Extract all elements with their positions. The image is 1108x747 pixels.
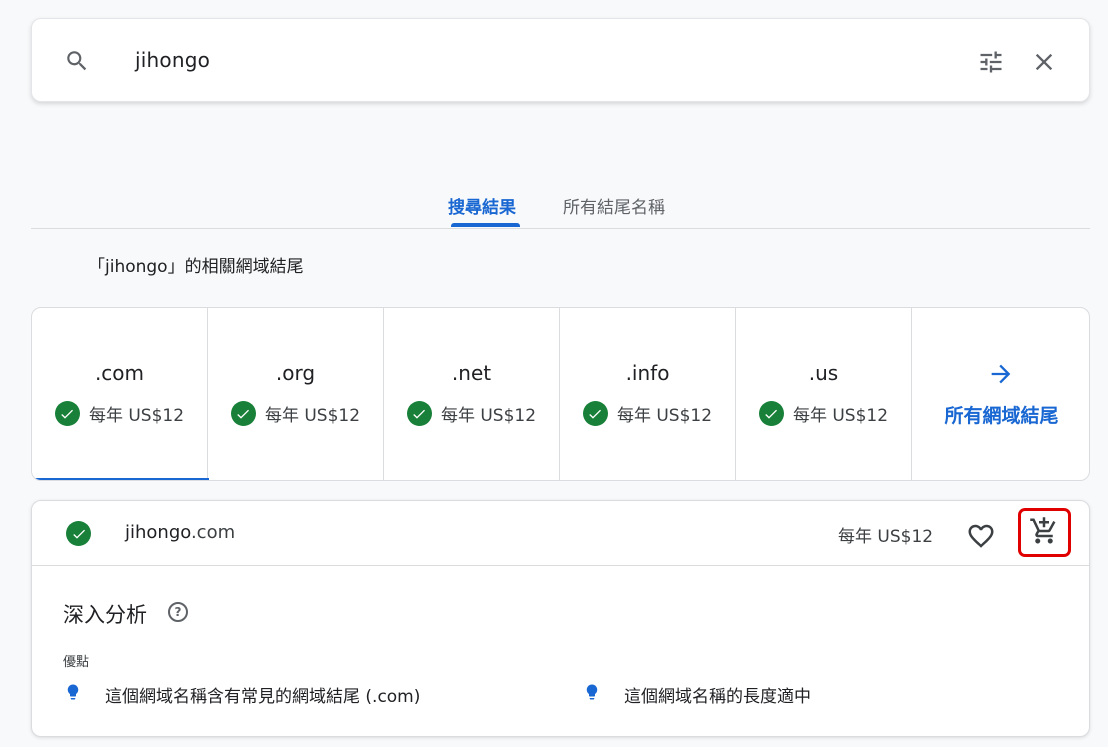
search-bar: jihongo: [31, 18, 1090, 102]
tld-price: 每年 US$12: [792, 406, 889, 426]
domain-sld: jihongo: [125, 522, 191, 543]
insights-title: 深入分析: [63, 603, 147, 627]
close-icon[interactable]: [1030, 48, 1058, 80]
help-icon[interactable]: ?: [168, 602, 188, 622]
domain-name: jihongo.com: [125, 522, 235, 543]
tld-name: .org: [275, 361, 316, 385]
check-circle-icon: [582, 401, 608, 426]
tld-card-us[interactable]: .us 每年 US$12: [736, 308, 912, 480]
search-input[interactable]: jihongo: [135, 48, 210, 72]
tune-icon[interactable]: [977, 48, 1005, 80]
domain-tld: .com: [190, 522, 236, 543]
tab-all-endings[interactable]: 所有結尾名稱: [563, 193, 665, 218]
pro-item: 這個網域名稱的長度適中: [624, 687, 811, 707]
check-circle-icon: [758, 401, 784, 426]
tld-card-org[interactable]: .org 每年 US$12: [208, 308, 384, 480]
pro-item: 這個網域名稱含有常見的網域結尾 (.com): [105, 687, 421, 707]
active-tab-indicator: [451, 223, 520, 227]
tld-name: .com: [94, 361, 145, 385]
selected-indicator: [32, 478, 209, 480]
tld-name: .info: [625, 361, 670, 385]
section-title: 「jihongo」的相關網域結尾: [88, 257, 304, 277]
tld-price: 每年 US$12: [440, 406, 537, 426]
search-icon[interactable]: [64, 48, 90, 78]
lightbulb-icon: [583, 681, 601, 707]
lightbulb-icon: [64, 681, 82, 707]
domain-result-card: jihongo.com 每年 US$12 深入分析 ? 優點 這個網域名稱含有常…: [31, 500, 1090, 737]
heart-outline-icon[interactable]: [966, 521, 996, 555]
check-circle-icon: [54, 401, 80, 426]
tld-price: 每年 US$12: [264, 406, 361, 426]
all-tlds-link[interactable]: 所有網域結尾: [912, 308, 1089, 480]
tld-card-net[interactable]: .net 每年 US$12: [384, 308, 560, 480]
tld-name: .us: [808, 361, 839, 385]
tld-price: 每年 US$12: [616, 406, 713, 426]
result-divider: [32, 565, 1089, 566]
check-circle-icon: [230, 401, 256, 426]
tld-card-info[interactable]: .info 每年 US$12: [560, 308, 736, 480]
tab-search-results[interactable]: 搜尋結果: [448, 193, 516, 218]
tld-list: .com 每年 US$12 .org 每年 US$12 .net 每年 US$1…: [31, 307, 1090, 481]
domain-price: 每年 US$12: [838, 527, 934, 547]
arrow-right-icon: [987, 360, 1015, 392]
tld-name: .net: [451, 361, 492, 385]
all-tlds-label: 所有網域結尾: [944, 405, 1059, 427]
check-circle-icon: [66, 521, 91, 546]
add-cart-icon[interactable]: [1029, 516, 1059, 550]
pros-label: 優點: [63, 655, 90, 670]
tld-card-com[interactable]: .com 每年 US$12: [32, 308, 209, 480]
check-circle-icon: [406, 401, 432, 426]
tld-price: 每年 US$12: [88, 406, 185, 426]
tabs-divider: [31, 228, 1090, 229]
